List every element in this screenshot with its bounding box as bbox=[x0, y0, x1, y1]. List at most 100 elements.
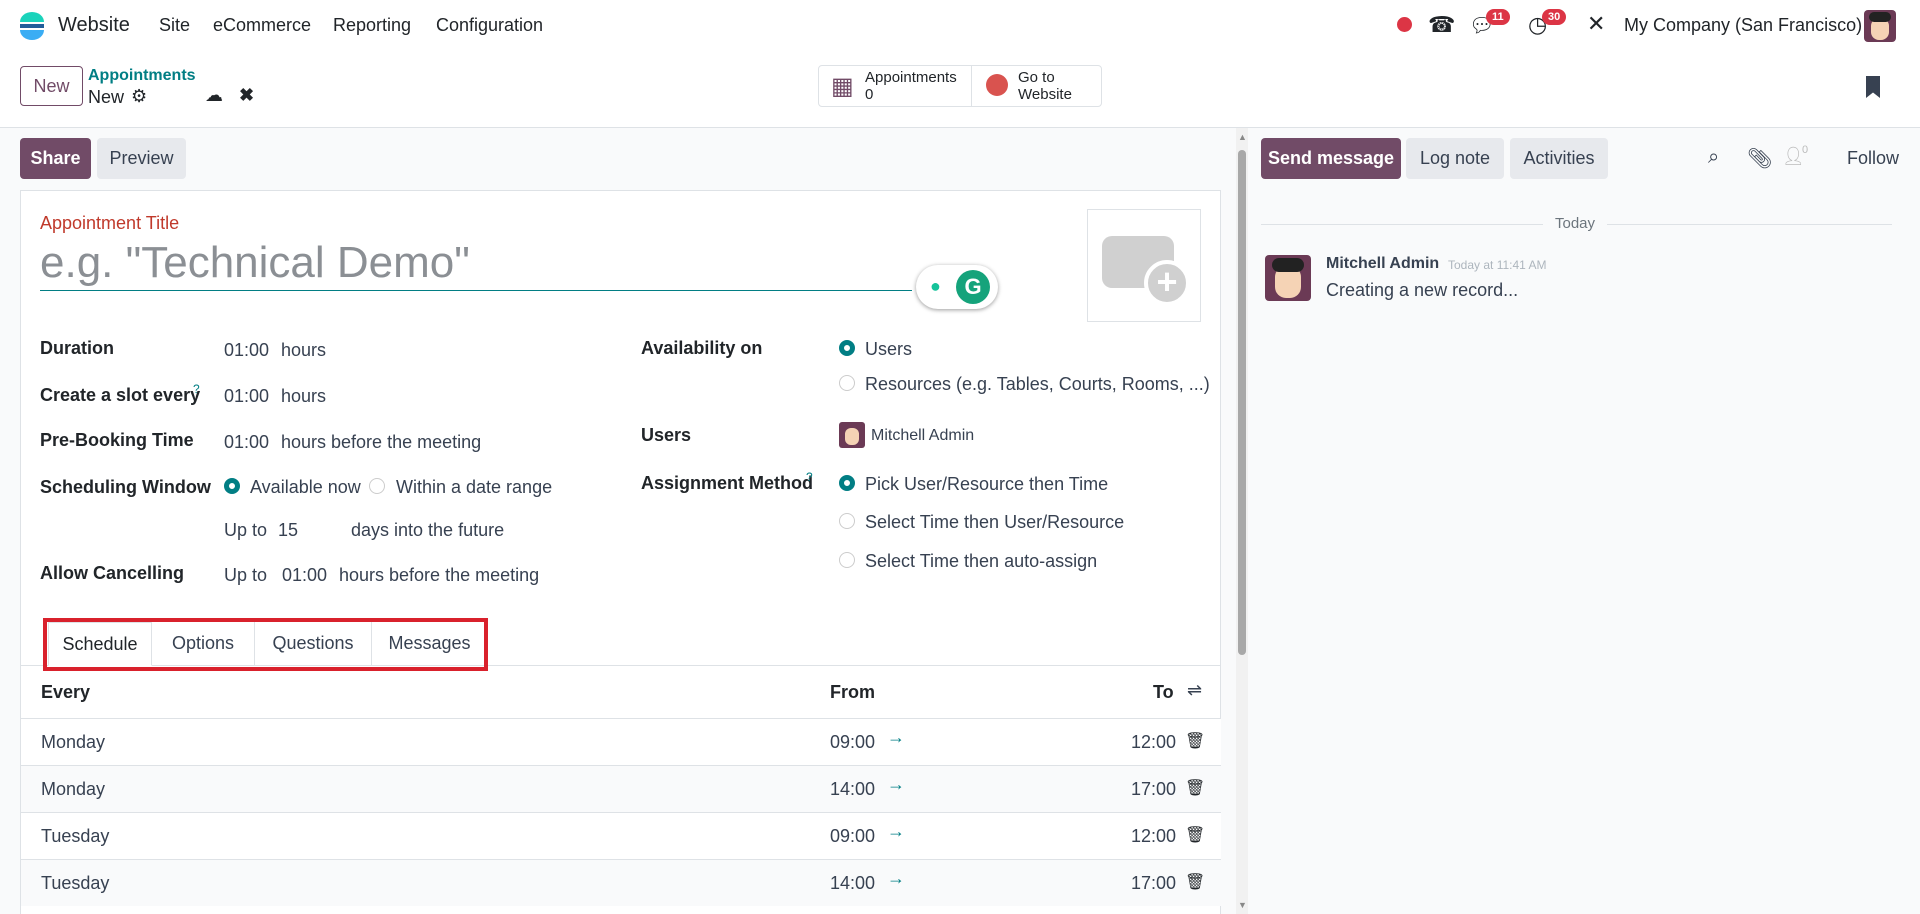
messages-badge: 11 bbox=[1486, 9, 1510, 25]
log-note-label: Log note bbox=[1419, 148, 1491, 168]
users-tag[interactable]: Mitchell Admin bbox=[871, 427, 974, 445]
follow-button[interactable]: Follow bbox=[1847, 148, 1899, 169]
table-row[interactable]: Tuesday 09:00 → 12:00 🗑︎ bbox=[21, 812, 1221, 859]
availability-users-radio[interactable] bbox=[839, 340, 855, 356]
form-scrollbar[interactable]: ▲ ▼ bbox=[1236, 128, 1248, 914]
cancel-field[interactable]: 01:00 bbox=[282, 565, 327, 586]
title-label: Appointment Title bbox=[40, 213, 180, 233]
row-day[interactable]: Tuesday bbox=[41, 873, 109, 894]
slot-field[interactable]: 01:00 bbox=[224, 386, 269, 407]
availability-resources-radio[interactable] bbox=[839, 375, 855, 391]
assignment-radio-1[interactable] bbox=[839, 475, 855, 491]
row-to[interactable]: 17:00 bbox=[1131, 779, 1176, 800]
window-date-range-radio[interactable] bbox=[369, 478, 385, 494]
phone-icon[interactable]: ☎ bbox=[1428, 12, 1455, 38]
lightbulb-icon: ● bbox=[930, 276, 941, 296]
send-message-button[interactable]: Send message bbox=[1261, 138, 1401, 179]
row-to[interactable]: 12:00 bbox=[1131, 732, 1176, 753]
scroll-thumb[interactable] bbox=[1238, 150, 1246, 655]
share-button[interactable]: Share bbox=[20, 138, 91, 179]
column-settings-icon[interactable]: ⇌ bbox=[1187, 680, 1202, 701]
trash-icon[interactable]: 🗑︎ bbox=[1185, 825, 1205, 845]
message-avatar[interactable] bbox=[1265, 255, 1311, 301]
col-to[interactable]: To bbox=[1153, 682, 1174, 703]
days-suffix: days into the future bbox=[351, 520, 505, 540]
recording-dot-icon[interactable] bbox=[1397, 17, 1412, 32]
followers-count: 0 bbox=[1802, 144, 1809, 156]
preview-button[interactable]: Preview bbox=[97, 138, 186, 179]
paperclip-icon[interactable]: 📎︎ bbox=[1747, 146, 1772, 171]
window-option-2[interactable]: Within a date range bbox=[396, 477, 552, 498]
debug-tools-icon[interactable]: ✕ bbox=[1587, 11, 1605, 37]
assignment-option-3[interactable]: Select Time then auto-assign bbox=[865, 551, 1097, 572]
title-underline bbox=[40, 290, 912, 291]
calendar-icon: ▦ bbox=[831, 73, 854, 100]
new-button[interactable]: New bbox=[20, 66, 83, 106]
trash-icon[interactable]: 🗑︎ bbox=[1185, 872, 1205, 892]
scroll-down-icon[interactable]: ▼ bbox=[1238, 900, 1247, 910]
availability-option-1[interactable]: Users bbox=[865, 339, 912, 360]
company-switcher[interactable]: My Company (San Francisco) bbox=[1624, 15, 1862, 36]
menu-reporting[interactable]: Reporting bbox=[333, 15, 411, 36]
assignment-help-icon[interactable]: ? bbox=[806, 470, 813, 484]
row-from[interactable]: 09:00 bbox=[830, 826, 875, 847]
row-from[interactable]: 14:00 bbox=[830, 873, 875, 894]
arrow-right-icon: → bbox=[887, 868, 905, 888]
save-cloud-icon[interactable]: ☁ bbox=[205, 85, 223, 106]
app-name[interactable]: Website bbox=[58, 14, 130, 37]
trash-icon[interactable]: 🗑︎ bbox=[1185, 731, 1205, 751]
row-to[interactable]: 12:00 bbox=[1131, 826, 1176, 847]
row-day[interactable]: Tuesday bbox=[41, 826, 109, 847]
bookmark-icon[interactable] bbox=[1866, 76, 1880, 98]
trash-icon[interactable]: 🗑︎ bbox=[1185, 778, 1205, 798]
window-available-now-radio[interactable] bbox=[224, 478, 240, 494]
availability-option-2[interactable]: Resources (e.g. Tables, Courts, Rooms, .… bbox=[865, 374, 1210, 395]
arrow-right-icon: → bbox=[887, 727, 905, 747]
duration-field[interactable]: 01:00 bbox=[224, 340, 269, 361]
search-icon[interactable]: ⌕ bbox=[1708, 146, 1719, 169]
table-row[interactable]: Monday 09:00 → 12:00 🗑︎ bbox=[21, 718, 1221, 765]
share-label: Share bbox=[30, 148, 81, 168]
user-avatar[interactable] bbox=[1864, 10, 1896, 42]
table-row[interactable]: Monday 14:00 → 17:00 🗑︎ bbox=[21, 765, 1221, 812]
message-author[interactable]: Mitchell Admin bbox=[1326, 255, 1439, 273]
scroll-up-icon[interactable]: ▲ bbox=[1238, 132, 1247, 142]
breadcrumb-parent[interactable]: Appointments bbox=[88, 67, 196, 85]
col-every[interactable]: Every bbox=[41, 682, 90, 703]
odoo-logo-icon[interactable] bbox=[16, 10, 48, 42]
assignment-option-2[interactable]: Select Time then User/Resource bbox=[865, 512, 1124, 533]
window-option-1[interactable]: Available now bbox=[250, 477, 361, 498]
chatter bbox=[1248, 128, 1920, 914]
discard-icon[interactable]: ✖ bbox=[239, 85, 254, 106]
table-row[interactable]: Tuesday 14:00 → 17:00 🗑︎ bbox=[21, 859, 1221, 906]
row-from[interactable]: 14:00 bbox=[830, 779, 875, 800]
grammarly-widget[interactable]: ● G bbox=[916, 265, 998, 309]
image-upload[interactable]: + bbox=[1087, 209, 1201, 322]
menu-site[interactable]: Site bbox=[159, 15, 190, 36]
row-day[interactable]: Monday bbox=[41, 732, 105, 753]
title-input[interactable]: e.g. "Technical Demo" bbox=[40, 238, 470, 288]
menu-configuration[interactable]: Configuration bbox=[436, 15, 543, 36]
row-day[interactable]: Monday bbox=[41, 779, 105, 800]
log-note-button[interactable]: Log note bbox=[1406, 138, 1504, 179]
assignment-option-1[interactable]: Pick User/Resource then Time bbox=[865, 474, 1108, 495]
assignment-radio-2[interactable] bbox=[839, 513, 855, 529]
days-field[interactable]: 15 bbox=[278, 520, 298, 541]
new-button-label: New bbox=[33, 75, 70, 96]
activities-button[interactable]: Activities bbox=[1510, 138, 1608, 179]
row-to[interactable]: 17:00 bbox=[1131, 873, 1176, 894]
gear-icon[interactable]: ⚙ bbox=[131, 86, 147, 107]
control-panel: New Appointments New ⚙ ☁ ✖ ▦ Appointment… bbox=[0, 54, 1920, 128]
smart-buttons: ▦ Appointments 0 Go to Website bbox=[818, 65, 1102, 107]
cancel-up-to: Up to bbox=[224, 565, 268, 585]
go-to-website-button[interactable]: Go to Website bbox=[972, 66, 1102, 106]
smart-button-value: 0 bbox=[865, 86, 874, 103]
menu-ecommerce[interactable]: eCommerce bbox=[213, 15, 311, 36]
prebooking-field[interactable]: 01:00 bbox=[224, 432, 269, 453]
col-from[interactable]: From bbox=[830, 682, 875, 703]
date-separator: Today bbox=[1543, 215, 1608, 232]
assignment-radio-3[interactable] bbox=[839, 552, 855, 568]
appointments-smart-button[interactable]: ▦ Appointments 0 bbox=[819, 66, 972, 106]
slot-help-icon[interactable]: ? bbox=[193, 382, 200, 396]
row-from[interactable]: 09:00 bbox=[830, 732, 875, 753]
